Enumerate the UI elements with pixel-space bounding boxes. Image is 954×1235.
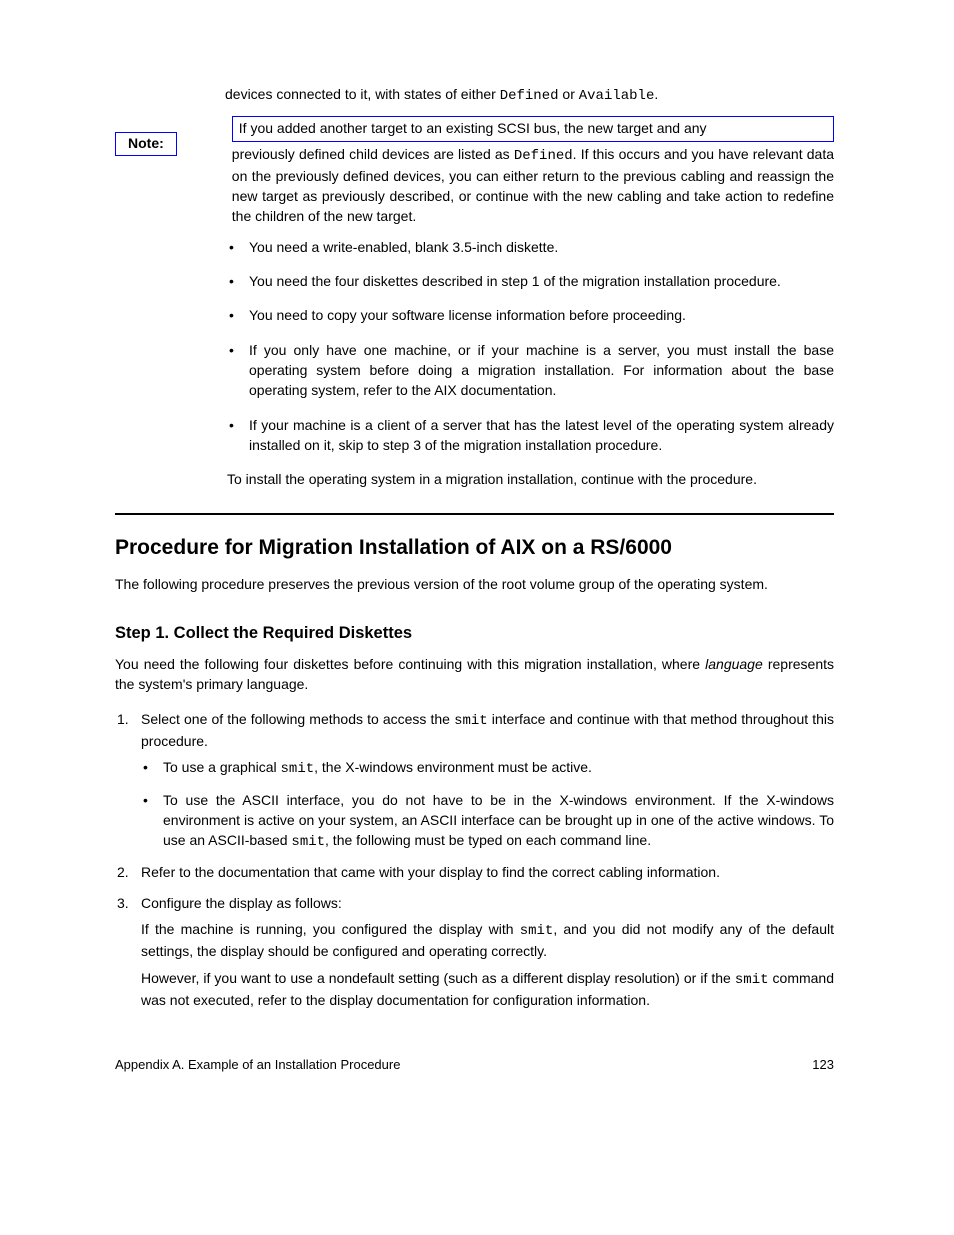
note-block: Note: If you added another target to an … (115, 116, 834, 226)
text: or (559, 86, 579, 102)
code-available: Available (579, 88, 655, 104)
code-smit: smit (281, 761, 315, 777)
continuation-paragraph: devices connected to it, with states of … (225, 84, 834, 106)
section-divider (115, 513, 834, 515)
list-item: You need the four diskettes described in… (227, 271, 834, 291)
subsection-heading: Step 1. Collect the Required Diskettes (115, 622, 834, 646)
list-item: You need to copy your software license i… (227, 305, 834, 325)
code-smit: smit (735, 972, 769, 988)
step3-sub-para-2: However, if you want to use a nondefault… (141, 968, 834, 1011)
text: , the following must be typed on each co… (325, 832, 651, 848)
note-body: If you added another target to an existi… (232, 116, 834, 226)
text: Configure the display as follows: (141, 895, 342, 911)
list-item: You need a write-enabled, blank 3.5-inch… (227, 237, 834, 257)
step1-intro: You need the following four diskettes be… (115, 654, 834, 695)
text: devices connected to it, with states of … (225, 86, 500, 102)
list-item: If you only have one machine, or if your… (227, 340, 834, 401)
code-defined2: Defined (514, 148, 573, 164)
code-smit: smit (291, 834, 325, 850)
step1-sub-bullets: To use a graphical smit, the X-windows e… (141, 757, 834, 852)
note-first-line-box: If you added another target to an existi… (232, 116, 834, 141)
emphasis-language: language (705, 656, 763, 672)
code-smit: smit (454, 713, 488, 729)
text: . (654, 86, 658, 102)
prereq-bullet-list: You need a write-enabled, blank 3.5-inch… (227, 237, 834, 455)
step-2: Refer to the documentation that came wit… (115, 862, 834, 882)
text: Select one of the following methods to a… (141, 711, 454, 727)
step-3: Configure the display as follows: If the… (115, 893, 834, 1010)
list-item: To use the ASCII interface, you do not h… (141, 790, 834, 853)
text: Refer to the documentation that came wit… (141, 864, 720, 880)
step3-sub-para-1: If the machine is running, you configure… (141, 919, 834, 962)
code-defined: Defined (500, 88, 559, 104)
code-smit: smit (520, 923, 554, 939)
text: To use a graphical (163, 759, 281, 775)
list-item: If your machine is a client of a server … (227, 415, 834, 456)
footer-left: Appendix A. Example of an Installation P… (115, 1056, 400, 1075)
text: You need the following four diskettes be… (115, 656, 705, 672)
note-label-box: Note: (115, 132, 177, 155)
page-footer: Appendix A. Example of an Installation P… (115, 1056, 834, 1075)
step-1: Select one of the following methods to a… (115, 709, 834, 853)
list-item: To use a graphical smit, the X-windows e… (141, 757, 834, 779)
section-heading: Procedure for Migration Installation of … (115, 533, 834, 563)
text: , the X-windows environment must be acti… (314, 759, 592, 775)
after-list-paragraph: To install the operating system in a mig… (227, 469, 834, 489)
text: previously defined child devices are lis… (232, 146, 514, 162)
text: If the machine is running, you configure… (141, 921, 520, 937)
text: However, if you want to use a nondefault… (141, 970, 735, 986)
numbered-steps: Select one of the following methods to a… (115, 709, 834, 1011)
intro-paragraph: The following procedure preserves the pr… (115, 574, 834, 594)
footer-page-number: 123 (812, 1056, 834, 1075)
